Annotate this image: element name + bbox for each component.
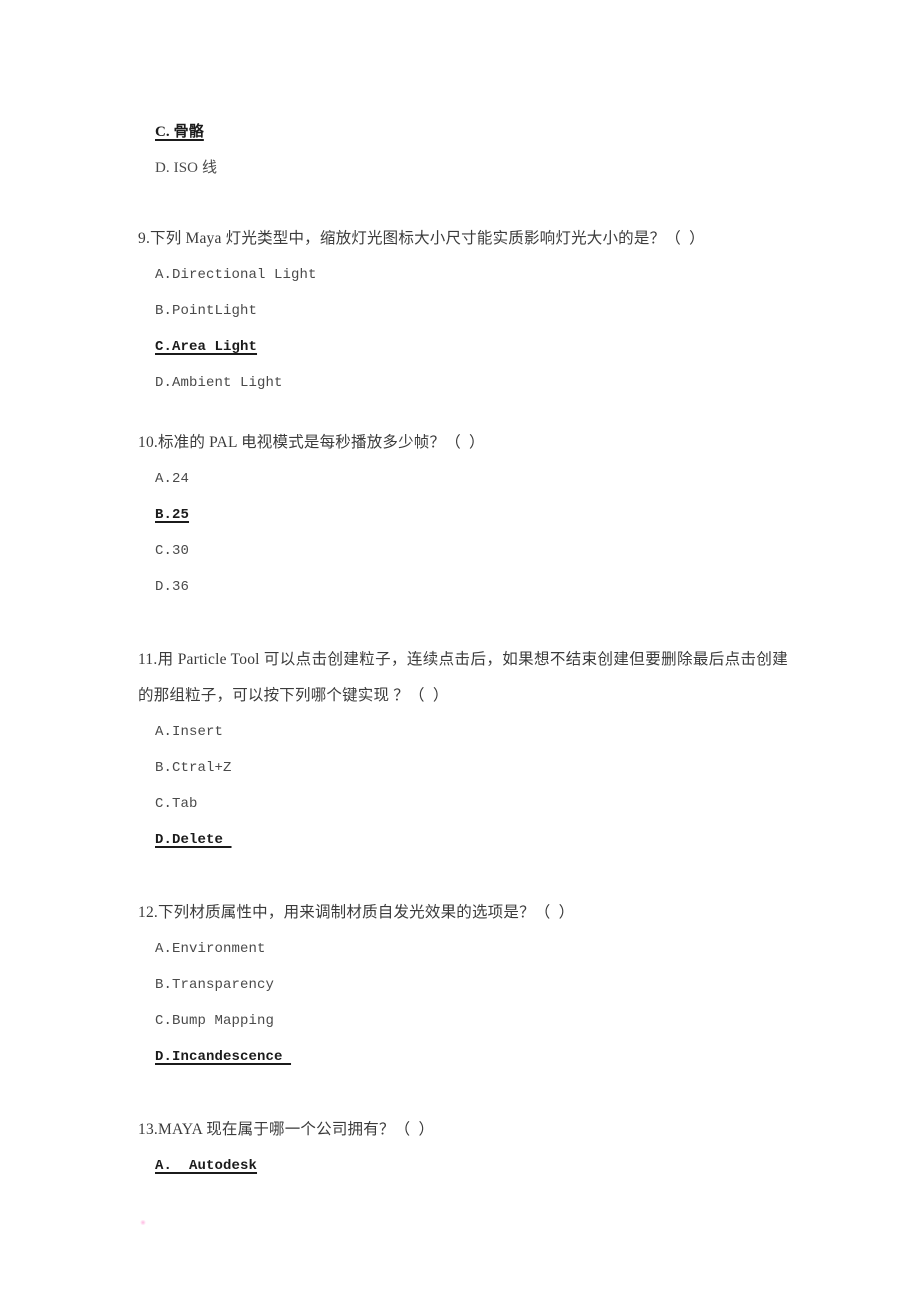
- option-row[interactable]: B.Transparency: [155, 967, 788, 1003]
- option-row[interactable]: C.Area Light: [155, 329, 788, 365]
- option-row[interactable]: D.Delete: [155, 822, 788, 858]
- option-row[interactable]: A.Environment: [155, 931, 788, 967]
- question-block-13: 13.MAYA 现在属于哪一个公司拥有？（ ） A. Autodesk: [138, 1112, 788, 1184]
- question-stem: 13.MAYA 现在属于哪一个公司拥有？（ ）: [138, 1121, 435, 1138]
- question-block-9: 9.下列 Maya 灯光类型中，缩放灯光图标大小尺寸能实质影响灯光大小的是？（ …: [138, 221, 788, 401]
- option-row[interactable]: B.25: [155, 497, 788, 533]
- question-stem: 9.下列 Maya 灯光类型中，缩放灯光图标大小尺寸能实质影响灯光大小的是？（ …: [138, 230, 705, 247]
- option-row[interactable]: C.30: [155, 533, 788, 569]
- option-row[interactable]: A.Directional Light: [155, 257, 788, 293]
- option-row[interactable]: D. ISO 线: [155, 150, 788, 186]
- document-page: C. 骨骼 D. ISO 线 9.下列 Maya 灯光类型中，缩放灯光图标大小尺…: [0, 0, 920, 1302]
- option-row[interactable]: B.PointLight: [155, 293, 788, 329]
- question-block-11: 11.用 Particle Tool 可以点击创建粒子，连续点击后，如果想不结束…: [138, 642, 788, 858]
- question-stem: 11.用 Particle Tool 可以点击创建粒子，连续点击后，如果想不结束…: [138, 651, 788, 704]
- question-stem: 12.下列材质属性中，用来调制材质自发光效果的选项是？（ ）: [138, 904, 575, 921]
- option-row[interactable]: D.36: [155, 569, 788, 605]
- option-row[interactable]: D.Ambient Light: [155, 365, 788, 401]
- question-block-10: 10.标准的 PAL 电视模式是每秒播放多少帧？（ ） A.24 B.25 C.…: [138, 425, 788, 605]
- option-row[interactable]: B.Ctral+Z: [155, 750, 788, 786]
- question-stem: 10.标准的 PAL 电视模式是每秒播放多少帧？（ ）: [138, 434, 485, 451]
- option-row[interactable]: A.24: [155, 461, 788, 497]
- option-row[interactable]: A. Autodesk: [155, 1148, 788, 1184]
- option-row[interactable]: A.Insert: [155, 714, 788, 750]
- option-row[interactable]: C.Bump Mapping: [155, 1003, 788, 1039]
- option-row[interactable]: D.Incandescence: [155, 1039, 788, 1075]
- scan-artifact-speck: [140, 1220, 146, 1225]
- option-row[interactable]: C. 骨骼: [155, 114, 788, 150]
- carryover-option-group: C. 骨骼 D. ISO 线: [138, 114, 788, 186]
- question-block-12: 12.下列材质属性中，用来调制材质自发光效果的选项是？（ ） A.Environ…: [138, 895, 788, 1075]
- option-row[interactable]: C.Tab: [155, 786, 788, 822]
